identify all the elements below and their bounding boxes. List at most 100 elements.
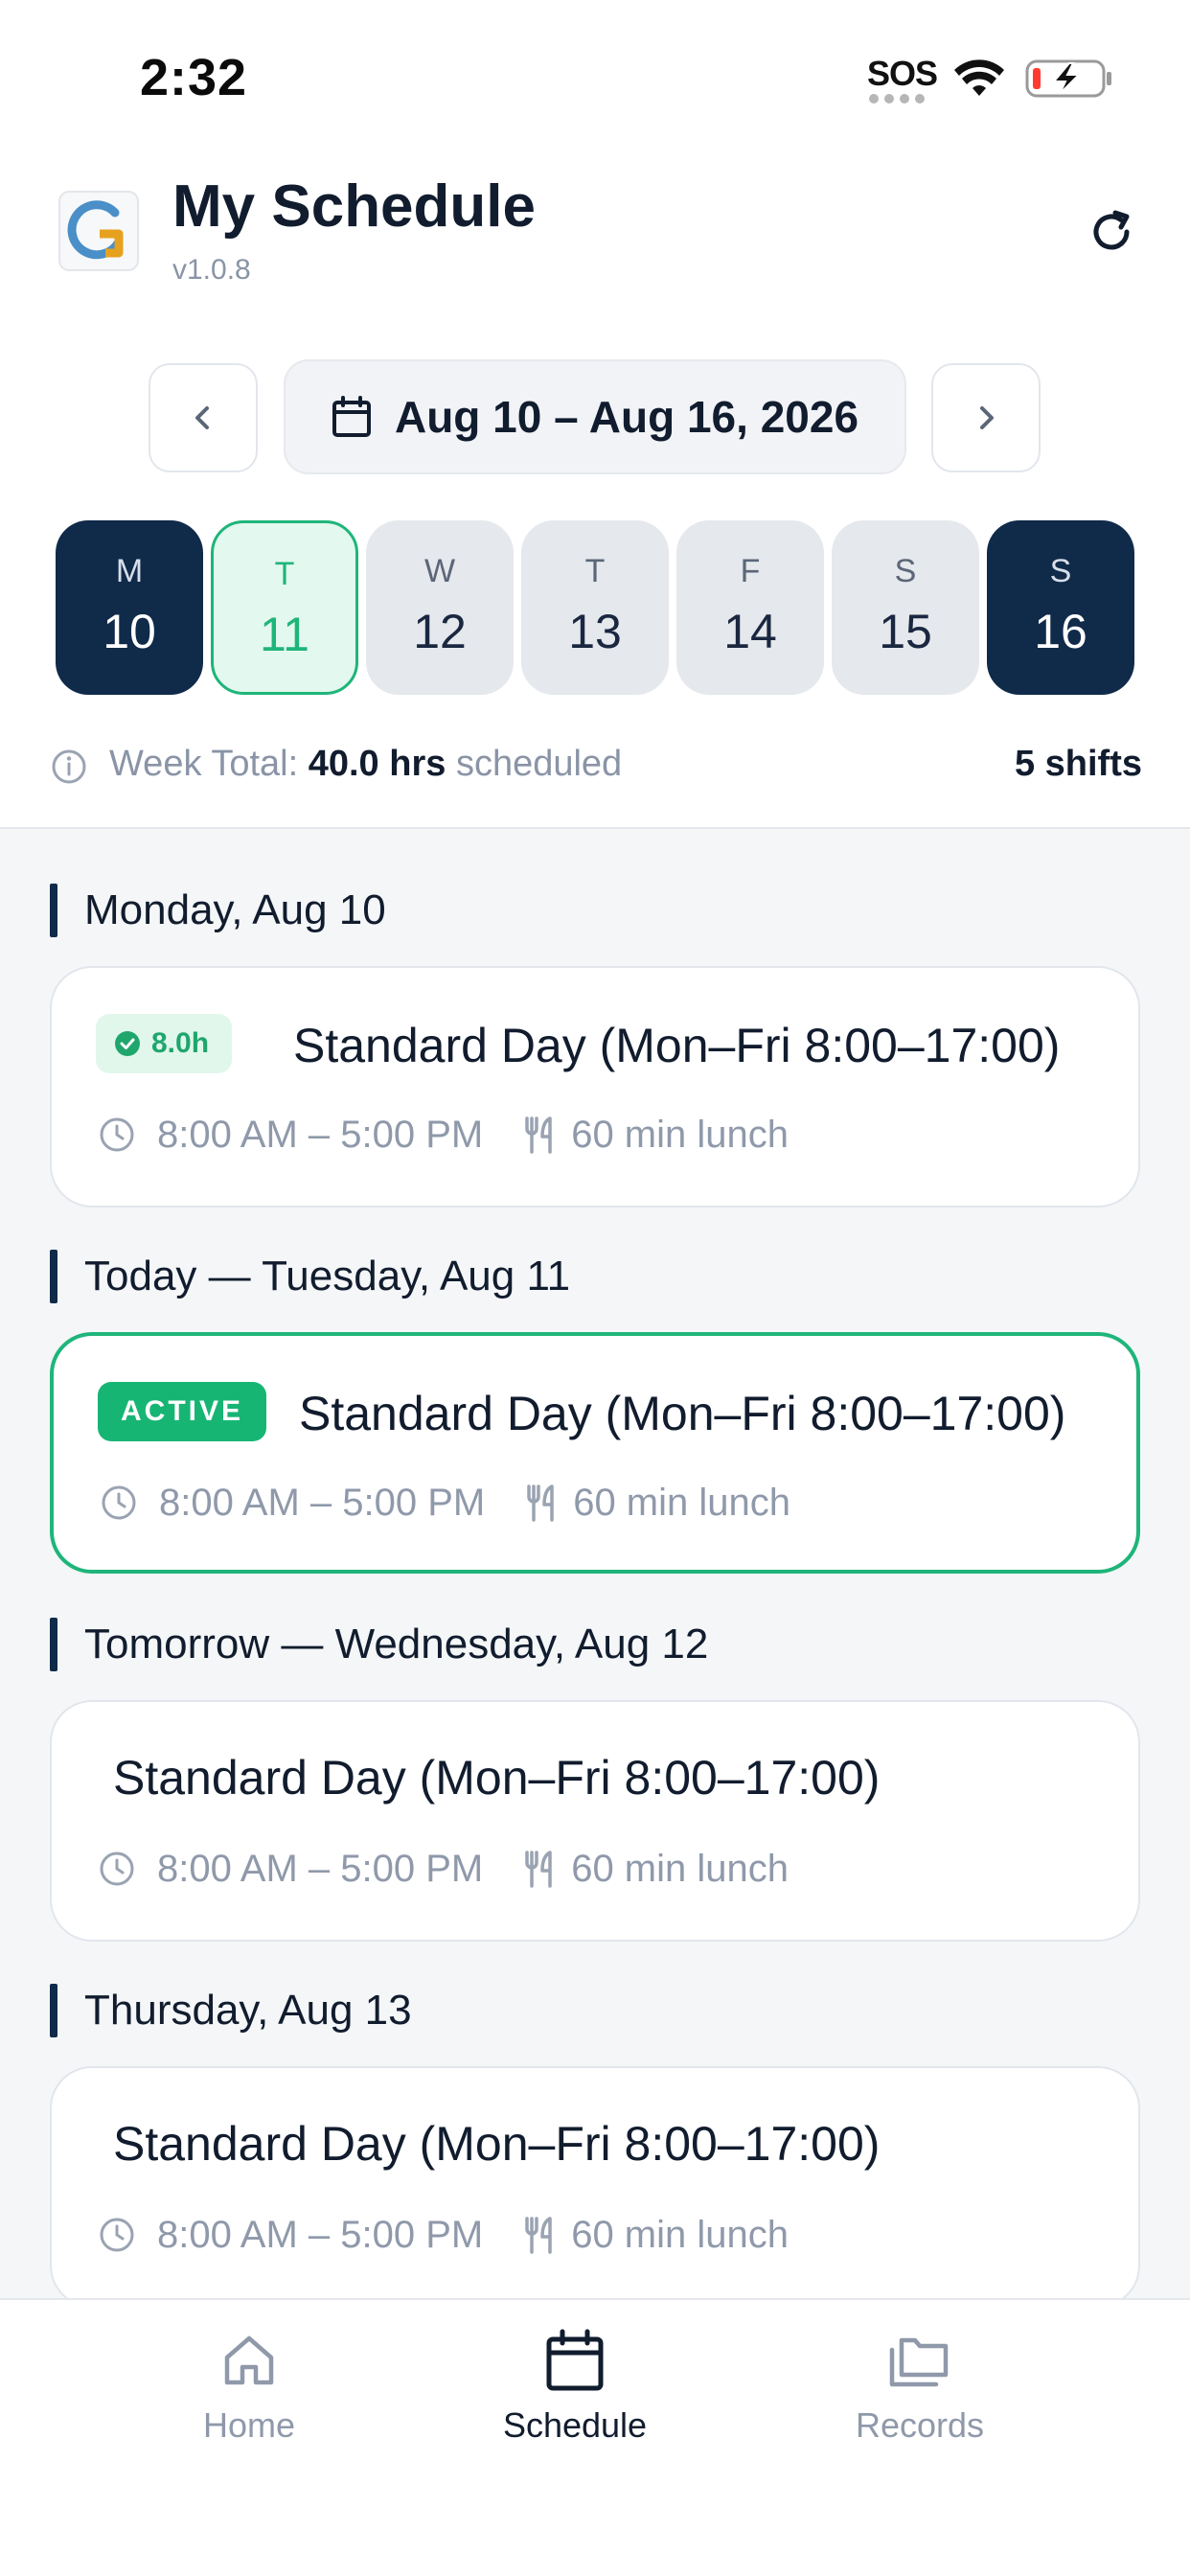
tab-records[interactable]: Records (795, 2329, 1044, 2453)
refresh-button[interactable] (1081, 201, 1142, 263)
day-number: 12 (413, 605, 467, 658)
shift-meta: 8:00 AM – 5:00 PM 60 min lunch (98, 1110, 789, 1160)
shift-card[interactable]: 8.0h Standard Day (Mon–Fri 8:00–17:00) 8… (50, 966, 1140, 1208)
shift-name: Standard Day (Mon–Fri 8:00–17:00) (293, 1019, 1061, 1072)
day-letter: M (115, 553, 144, 589)
shift-time: 8:00 AM – 5:00 PM (157, 2213, 484, 2256)
day-section-header: Monday, Aug 10 (50, 884, 386, 937)
shift-card[interactable]: Standard Day (Mon–Fri 8:00–17:00) 8:00 A… (50, 1700, 1140, 1942)
check-circle-icon (115, 1031, 140, 1056)
week-total-suffix: scheduled (455, 744, 623, 784)
shift-count: 5 shifts (1014, 744, 1142, 784)
day-section-title: Today — Tuesday, Aug 11 (84, 1253, 571, 1300)
active-badge: ACTIVE (98, 1382, 267, 1441)
wifi-icon (954, 59, 1004, 96)
page-title: My Schedule (172, 173, 536, 240)
shift-name: Standard Day (Mon–Fri 8:00–17:00) (299, 1387, 1066, 1440)
lunch-duration: 60 min lunch (571, 1113, 789, 1156)
day-chip[interactable]: W 12 (366, 520, 514, 695)
lunch-duration: 60 min lunch (573, 1481, 790, 1524)
day-number: 15 (879, 605, 932, 658)
day-selector: M 10 T 11 W 12 T 13 F 14 S 15 S 16 (56, 520, 1134, 695)
section-accent-bar (50, 1250, 57, 1303)
week-range-picker[interactable]: Aug 10 – Aug 16, 2026 (284, 359, 906, 474)
clock-icon (100, 2218, 134, 2252)
day-number: 14 (723, 605, 777, 658)
tab-label: Schedule (502, 2405, 648, 2445)
day-chip[interactable]: S 16 (987, 520, 1134, 695)
tab-home[interactable]: Home (125, 2329, 374, 2453)
chevron-right-icon (980, 406, 994, 429)
calendar-icon (546, 2329, 604, 2391)
chevron-left-icon (195, 406, 209, 429)
day-chip[interactable]: T 11 (211, 520, 358, 695)
app-header: My Schedule v1.0.8 (0, 144, 1190, 355)
shift-card-active[interactable]: ACTIVE Standard Day (Mon–Fri 8:00–17:00)… (50, 1332, 1140, 1574)
day-number: 16 (1034, 605, 1087, 658)
tab-label: Records (855, 2405, 985, 2445)
status-bar: 2:32 SOS (0, 0, 1190, 144)
sos-indicator: SOS (867, 54, 938, 93)
shift-meta: 8:00 AM – 5:00 PM 60 min lunch (98, 1844, 789, 1894)
refresh-icon (1093, 210, 1130, 250)
lunch-duration: 60 min lunch (571, 2213, 789, 2256)
clock-icon (100, 1852, 134, 1886)
lunch-duration: 60 min lunch (571, 1847, 789, 1890)
day-letter: F (740, 553, 761, 589)
day-chip[interactable]: S 15 (832, 520, 979, 695)
day-section-title: Tomorrow — Wednesday, Aug 12 (84, 1621, 709, 1668)
g-logo-icon (58, 191, 139, 271)
shift-time: 8:00 AM – 5:00 PM (159, 1481, 486, 1524)
previous-week-button[interactable] (149, 363, 258, 472)
utensils-icon (525, 1851, 552, 1888)
day-letter: T (584, 553, 606, 589)
day-number: 11 (260, 608, 309, 661)
hours-badge: 8.0h (96, 1014, 233, 1073)
tab-schedule[interactable]: Schedule (450, 2329, 699, 2453)
shift-time: 8:00 AM – 5:00 PM (157, 1847, 484, 1890)
utensils-icon (527, 1484, 554, 1522)
home-icon (224, 2335, 274, 2385)
utensils-icon (525, 1116, 552, 1154)
shift-time: 8:00 AM – 5:00 PM (157, 1113, 484, 1156)
day-chip[interactable]: M 10 (56, 520, 203, 695)
clock-icon (102, 1485, 136, 1520)
shift-name: Standard Day (Mon–Fri 8:00–17:00) (113, 1751, 881, 1805)
hours-badge-label: 8.0h (151, 1027, 210, 1059)
day-chip[interactable]: T 13 (521, 520, 669, 695)
shift-meta: 8:00 AM – 5:00 PM 60 min lunch (98, 2210, 789, 2260)
day-letter: W (423, 553, 456, 589)
section-accent-bar (50, 1984, 57, 2037)
day-section-header: Tomorrow — Wednesday, Aug 12 (50, 1618, 708, 1671)
calendar-icon (332, 396, 371, 437)
shift-name: Standard Day (Mon–Fri 8:00–17:00) (113, 2117, 881, 2171)
week-range-label: Aug 10 – Aug 16, 2026 (394, 392, 859, 442)
day-letter: T (274, 556, 295, 592)
week-total-hours: 40.0 hrs (308, 744, 446, 784)
shift-card[interactable]: Standard Day (Mon–Fri 8:00–17:00) 8:00 A… (50, 2066, 1140, 2298)
bottom-tab-bar: Home Schedule Records (0, 2298, 1190, 2576)
week-total-label: Week Total: (109, 744, 299, 784)
tab-label: Home (202, 2405, 296, 2445)
section-accent-bar (50, 884, 57, 937)
section-accent-bar (50, 1618, 57, 1671)
day-chip[interactable]: F 14 (676, 520, 824, 695)
clock-icon (100, 1117, 134, 1152)
shift-list[interactable]: Monday, Aug 10 8.0h Standard Day (Mon–Fr… (0, 829, 1190, 2298)
folders-icon (889, 2337, 949, 2387)
week-total-summary: Week Total: 40.0 hrs scheduled 5 shifts (50, 740, 1142, 788)
day-letter: S (894, 553, 917, 589)
signal-dots-icon (869, 94, 930, 104)
day-section-header: Today — Tuesday, Aug 11 (50, 1250, 570, 1303)
day-number: 10 (103, 605, 156, 658)
week-total-text: Week Total: 40.0 hrs scheduled (109, 744, 622, 785)
app-version: v1.0.8 (172, 254, 251, 286)
status-time: 2:32 (140, 49, 248, 106)
day-number: 13 (568, 605, 622, 658)
shift-meta: 8:00 AM – 5:00 PM 60 min lunch (100, 1478, 790, 1528)
next-week-button[interactable] (931, 363, 1041, 472)
day-section-title: Monday, Aug 10 (84, 886, 386, 933)
day-section-title: Thursday, Aug 13 (84, 1987, 412, 2034)
utensils-icon (525, 2217, 552, 2254)
day-letter: S (1049, 553, 1072, 589)
